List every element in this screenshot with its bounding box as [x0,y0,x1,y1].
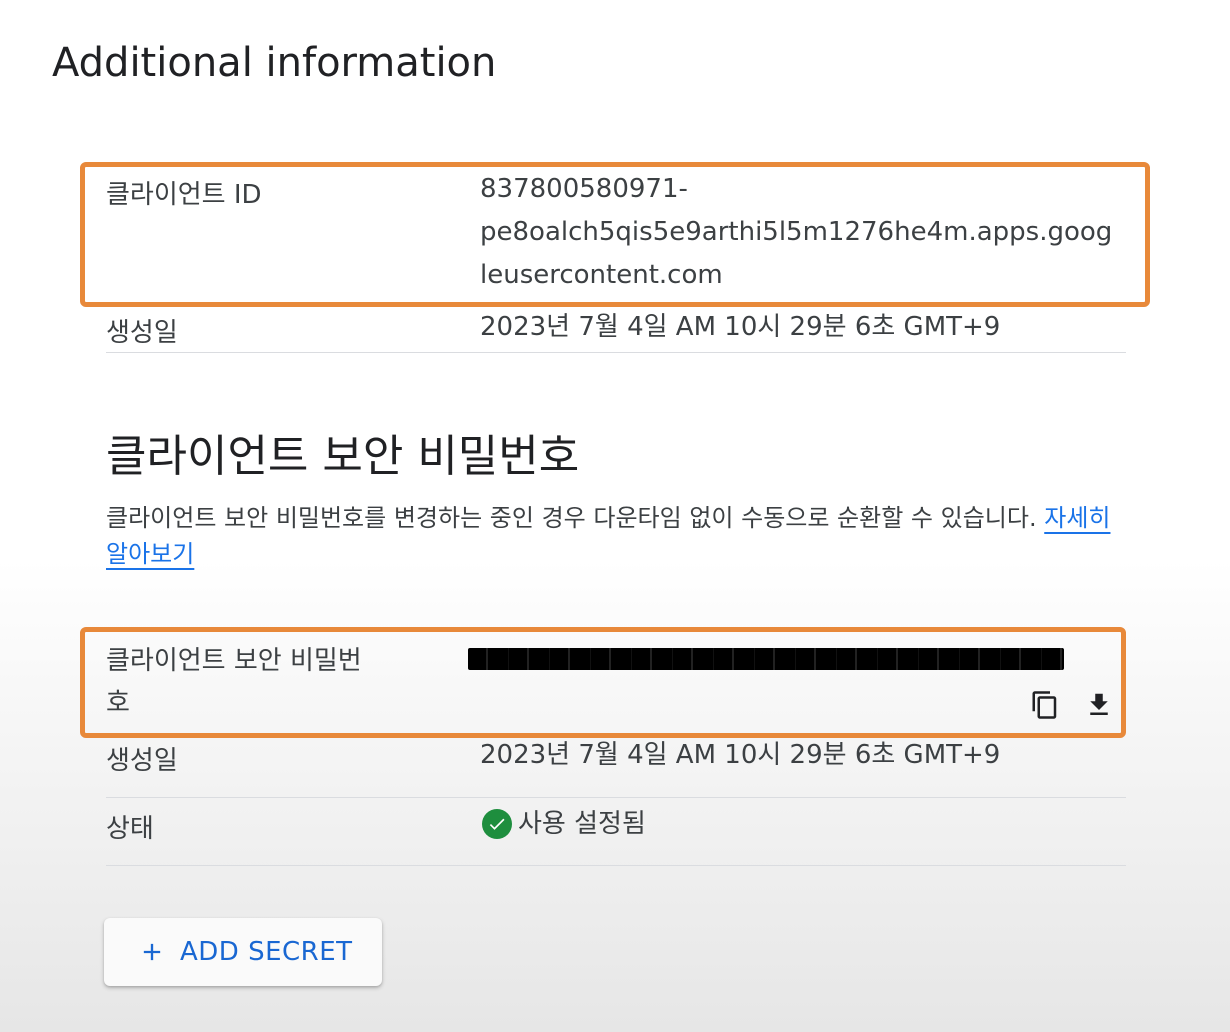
divider [106,352,1126,353]
secret-created-label: 생성일 [106,746,178,776]
status-label: 상태 [106,814,154,844]
secret-section-title: 클라이언트 보안 비밀번호 [106,431,580,482]
divider [106,797,1126,798]
client-created-label: 생성일 [106,318,178,348]
secret-section-description: 클라이언트 보안 비밀번호를 변경하는 중인 경우 다운타임 없이 수동으로 순… [106,500,1116,572]
add-secret-label: ADD SECRET [180,937,353,967]
plus-icon [143,943,161,961]
description-text: 클라이언트 보안 비밀번호를 변경하는 중인 경우 다운타임 없이 수동으로 순… [106,504,1037,532]
divider [106,865,1126,866]
secret-created-value: 2023년 7월 4일 AM 10시 29분 6초 GMT+9 [480,740,1001,770]
page-title: Additional information [52,40,497,86]
secret-highlight [80,627,1126,738]
check-circle-icon [482,809,512,839]
client-created-value: 2023년 7월 4일 AM 10시 29분 6초 GMT+9 [480,312,1001,342]
status-text: 사용 설정됨 [518,809,646,839]
add-secret-button[interactable]: ADD SECRET [104,918,382,986]
status-value: 사용 설정됨 [482,806,646,842]
client-id-highlight [80,162,1150,307]
